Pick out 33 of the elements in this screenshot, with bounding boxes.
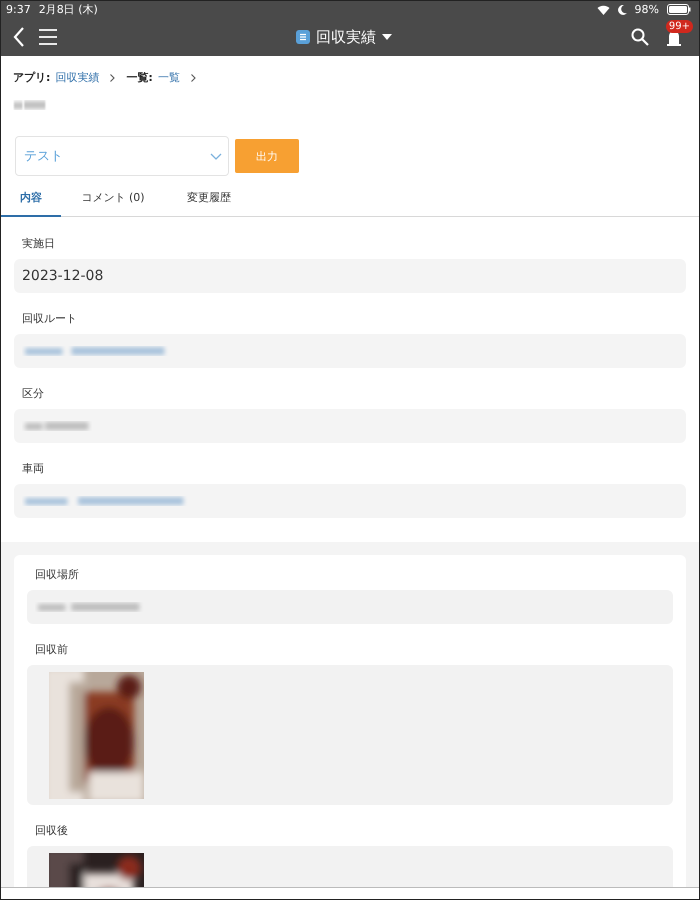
breadcrumb-link[interactable]: 一覧 xyxy=(158,70,180,85)
notification-badge: 99+ xyxy=(666,20,693,33)
field-label: 回収後 xyxy=(34,823,69,839)
chevron-down-icon xyxy=(210,152,222,160)
select-value: テスト xyxy=(24,148,63,165)
breadcrumb-label: 一覧: xyxy=(126,70,153,85)
battery-percent: 98% xyxy=(634,3,659,16)
tab[interactable]: コメント (0) xyxy=(61,186,165,217)
menu-icon[interactable] xyxy=(39,29,57,45)
field-label: 回収前 xyxy=(34,642,69,658)
back-icon[interactable] xyxy=(13,27,25,47)
field-label: 回収ルート xyxy=(21,311,78,327)
field-label: 車両 xyxy=(21,461,45,477)
tab[interactable]: 変更履歴 xyxy=(165,186,253,217)
moon-icon xyxy=(618,4,627,14)
field-label: 実施日 xyxy=(21,236,56,252)
battery-icon xyxy=(667,4,691,15)
app-icon xyxy=(296,30,310,44)
app-title[interactable]: 回収実績 xyxy=(316,28,376,46)
field-label: 回収場所 xyxy=(34,567,80,583)
chevron-icon xyxy=(190,74,196,82)
caret-icon[interactable] xyxy=(382,34,392,40)
status-time: 9:37 xyxy=(6,3,31,16)
wifi-icon xyxy=(596,4,610,14)
chevron-icon xyxy=(110,74,116,82)
field-label: 区分 xyxy=(21,386,45,402)
breadcrumb-label: アプリ: xyxy=(13,70,50,85)
field-value: 2023-12-08 xyxy=(14,259,686,293)
status-date: 2月8日 (木) xyxy=(38,2,98,17)
bell-icon[interactable] xyxy=(666,30,682,48)
blurred-text xyxy=(13,98,47,112)
search-icon[interactable] xyxy=(631,28,649,46)
breadcrumb-link[interactable]: 回収実績 xyxy=(55,70,100,85)
